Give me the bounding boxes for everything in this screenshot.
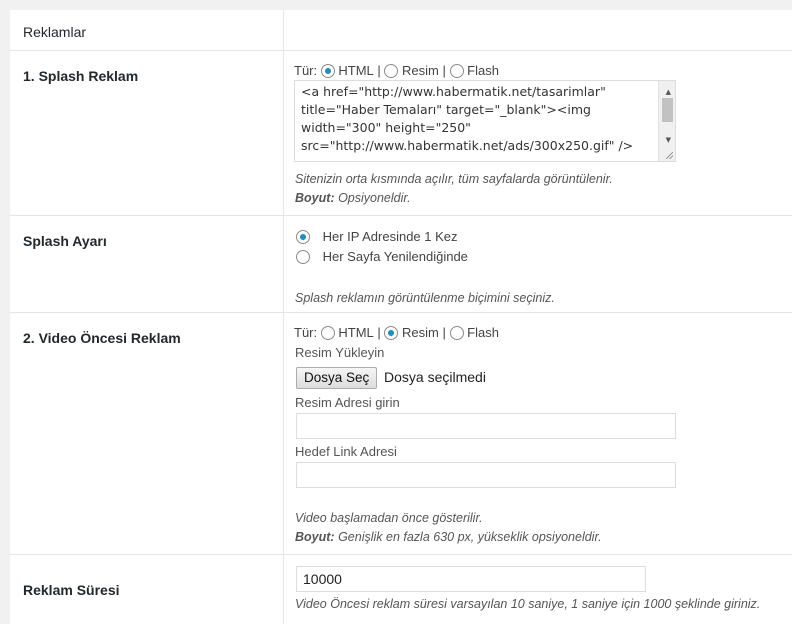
code-line: <a href="http://www.habermatik.net/tasar… — [301, 84, 606, 99]
splash-option-ip[interactable]: Her IP Adresinde 1 Kez — [296, 228, 458, 244]
splash-type-label: Tür: — [294, 63, 318, 79]
video-size-hint: Boyut: Genişlik en fazla 630 px, yüksekl… — [295, 530, 602, 544]
section-title: Reklamlar — [23, 24, 87, 40]
splash-type-flash-radio[interactable] — [449, 63, 464, 78]
image-url-input[interactable] — [296, 413, 676, 439]
splash-code-textarea[interactable]: <a href="http://www.habermatik.net/tasar… — [294, 80, 676, 162]
choose-file-button[interactable]: Dosya Seç — [296, 367, 378, 389]
link-url-input[interactable] — [296, 462, 676, 488]
splash-option-ip-radio[interactable] — [296, 229, 310, 244]
video-size-label: Boyut: — [295, 530, 335, 544]
splash-type-image-radio[interactable] — [384, 63, 399, 78]
duration-row: Reklam Süresi 10000 Video Öncesi reklam … — [10, 555, 792, 624]
header-row: Reklamlar — [10, 10, 792, 51]
splash-size-hint: Boyut: Opsiyoneldir. — [295, 191, 411, 205]
video-type-label: Tür: — [294, 325, 318, 341]
splash-hint: Sitenizin orta kısmında açılır, tüm sayf… — [295, 172, 613, 186]
splash-option-refresh-label: Her Sayfa Yenilendiğinde — [322, 249, 468, 265]
splash-settings-row: Splash Ayarı Her IP Adresinde 1 Kez Her … — [10, 216, 792, 313]
video-hint: Video başlamadan önce gösterilir. — [295, 511, 483, 525]
textarea-scrollbar[interactable]: ▲ ▼ — [658, 81, 675, 161]
video-size-value: Genişlik en fazla 630 px, yükseklik opsi… — [338, 530, 602, 544]
video-type-separator: | — [377, 325, 381, 341]
code-line: width="300" height="250" — [301, 120, 471, 135]
video-type-flash-label: Flash — [467, 325, 499, 341]
code-line: src="http://www.habermatik.net/ads/300x2… — [301, 138, 634, 153]
video-ad-row: 2. Video Öncesi Reklam Tür: HTML | Resim… — [10, 313, 792, 555]
splash-option-ip-label: Her IP Adresinde 1 Kez — [322, 229, 458, 245]
splash-settings-label-cell — [10, 216, 284, 312]
upload-label: Resim Yükleyin — [295, 345, 385, 360]
splash-size-value: Opsiyoneldir. — [338, 191, 411, 205]
duration-hint: Video Öncesi reklam süresi varsayılan 10… — [295, 597, 761, 611]
video-type-image-label: Resim — [402, 325, 439, 341]
splash-type-separator: | — [377, 63, 381, 79]
splash-option-refresh-radio[interactable] — [296, 249, 310, 264]
splash-settings-label: Splash Ayarı — [23, 233, 107, 249]
duration-input[interactable]: 10000 — [296, 566, 646, 592]
video-type-selector: Tür: HTML | Resim | Flash — [294, 324, 499, 340]
splash-type-html-label: HTML — [338, 63, 374, 79]
video-ad-label: 2. Video Öncesi Reklam — [23, 330, 181, 346]
splash-type-html-radio[interactable] — [320, 63, 335, 78]
duration-label: Reklam Süresi — [23, 582, 120, 598]
file-status: Dosya seçilmedi — [384, 369, 486, 385]
image-url-label: Resim Adresi girin — [295, 395, 400, 410]
splash-ad-label: 1. Splash Reklam — [23, 68, 139, 84]
scrollbar-thumb[interactable] — [662, 98, 673, 122]
video-ad-label-cell — [10, 313, 284, 554]
splash-type-separator: | — [442, 63, 446, 79]
code-line: title="Haber Temaları" target="_blank"><… — [301, 102, 591, 117]
settings-table: Reklamlar 1. Splash Reklam Tür: HTML | R… — [10, 10, 792, 624]
video-type-image-radio[interactable] — [384, 325, 399, 340]
resize-grip-icon[interactable] — [666, 152, 673, 159]
splash-option-refresh[interactable]: Her Sayfa Yenilendiğinde — [296, 248, 468, 264]
splash-type-image-label: Resim — [402, 63, 439, 79]
video-type-separator: | — [442, 325, 446, 341]
splash-size-label: Boyut: — [295, 191, 335, 205]
video-type-html-radio[interactable] — [320, 325, 335, 340]
video-type-flash-radio[interactable] — [449, 325, 464, 340]
scroll-down-icon[interactable]: ▼ — [666, 131, 671, 149]
splash-type-flash-label: Flash — [467, 63, 499, 79]
splash-settings-hint: Splash reklamın görüntülenme biçimini se… — [295, 291, 555, 305]
splash-type-selector: Tür: HTML | Resim | Flash — [294, 62, 499, 78]
link-url-label: Hedef Link Adresi — [295, 444, 397, 459]
video-type-html-label: HTML — [338, 325, 374, 341]
